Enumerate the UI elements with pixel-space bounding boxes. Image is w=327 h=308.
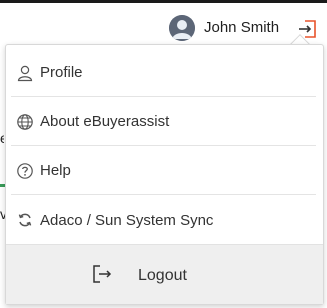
- question-circle-icon: [15, 161, 35, 181]
- avatar[interactable]: [169, 15, 195, 41]
- sync-icon: [15, 210, 35, 230]
- menu-item-about[interactable]: About eBuyerassist: [11, 98, 316, 146]
- user-name[interactable]: John Smith: [204, 19, 279, 36]
- user-icon: [15, 63, 35, 83]
- menu-item-sync[interactable]: Adaco / Sun System Sync: [11, 196, 316, 244]
- logout-label: Logout: [138, 267, 187, 284]
- menu-item-help[interactable]: Help: [11, 147, 316, 195]
- globe-icon: [15, 112, 35, 132]
- app-header: John Smith: [0, 3, 327, 43]
- menu-item-profile[interactable]: Profile: [11, 49, 316, 97]
- logout-icon: [91, 263, 113, 285]
- menu-item-label: Adaco / Sun System Sync: [40, 211, 214, 229]
- user-dropdown-menu: Profile About eBuyerassist Help Adaco / …: [5, 44, 324, 305]
- background-page-fragment: e: [0, 130, 4, 144]
- menu-item-label: About eBuyerassist: [40, 113, 170, 130]
- logout-button[interactable]: Logout: [6, 244, 323, 304]
- menu-item-label: Profile: [40, 64, 83, 81]
- menu-item-label: Help: [40, 162, 71, 179]
